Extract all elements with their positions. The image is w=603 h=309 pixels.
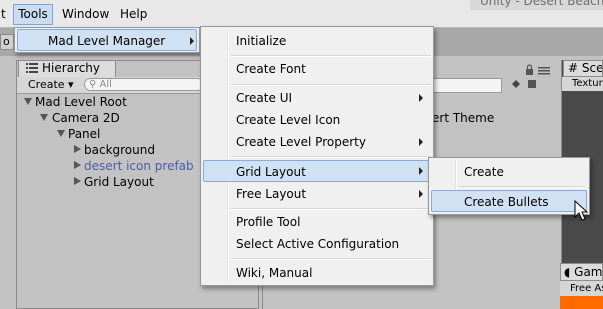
menu-item-mad-level-manager[interactable]: Mad Level Manager <box>17 29 197 51</box>
menu-separator <box>231 55 431 57</box>
list-icon <box>26 63 38 73</box>
hierarchy-tab-label: Hierarchy <box>42 61 101 75</box>
tools-menu: Mad Level Manager <box>14 27 200 53</box>
tree-item-camera-2d[interactable]: Camera 2D <box>52 110 120 126</box>
hierarchy-search-input[interactable]: ⚲ All <box>84 78 204 91</box>
menu-help[interactable]: Help <box>120 4 147 24</box>
create-dropdown-button[interactable]: Create ▾ <box>28 78 76 92</box>
tree-item-mad-level-root[interactable]: Mad Level Root <box>35 94 127 110</box>
collapse-arrow-icon[interactable] <box>74 145 81 153</box>
mad-level-manager-menu: Initialize Create Font Create UI Create … <box>200 26 434 286</box>
submenu-arrow-icon <box>419 167 423 175</box>
game-aspect-dropdown[interactable]: Free Aspect <box>560 281 603 296</box>
menu-item-initialize[interactable]: Initialize <box>203 30 431 52</box>
tab-game[interactable]: ◖ Game <box>560 263 603 281</box>
menu-tools[interactable]: Tools <box>13 4 53 25</box>
menu-item-select-active-configuration[interactable]: Select Active Configuration <box>203 233 431 255</box>
search-icon: ⚲ <box>89 79 97 90</box>
menu-item-wiki-manual[interactable]: Wiki, Manual <box>203 262 431 284</box>
scene-tab-label: Scene <box>581 61 603 75</box>
menu-item-create-level-property[interactable]: Create Level Property <box>203 131 431 153</box>
menu-separator <box>231 208 431 210</box>
expand-arrow-icon[interactable] <box>57 130 65 137</box>
menu-item-create-ui[interactable]: Create UI <box>203 87 431 109</box>
mouse-cursor-icon <box>574 200 589 221</box>
project-search-input[interactable] <box>430 78 502 93</box>
collapse-arrow-icon[interactable] <box>74 161 81 169</box>
pacman-icon: ◖ <box>564 265 571 279</box>
game-view <box>560 296 603 309</box>
menu-item-label: Mad Level Manager <box>48 34 166 48</box>
filter-icons[interactable] <box>510 78 550 91</box>
menu-item-label: Grid Layout <box>236 165 306 179</box>
submenu-arrow-icon <box>419 190 423 198</box>
menu-item-label: Select Active Configuration <box>236 237 400 251</box>
menu-item-label: Create Level Icon <box>236 113 341 127</box>
menu-separator <box>231 258 431 260</box>
menu-item-grid-layout[interactable]: Grid Layout <box>203 160 431 182</box>
menu-separator <box>231 84 431 86</box>
game-tab-label: Game <box>574 265 603 279</box>
tree-item-grid-layout[interactable]: Grid Layout <box>84 174 154 190</box>
submenu-arrow-icon <box>419 94 423 102</box>
menu-item-label: Create UI <box>236 91 293 105</box>
menu-item-label: Create Level Property <box>236 135 366 149</box>
submenu-arrow-icon <box>419 138 423 146</box>
lock-icon[interactable] <box>524 64 554 76</box>
expand-arrow-icon[interactable] <box>24 98 32 105</box>
toolbar-button[interactable]: o <box>0 34 14 50</box>
menu-file-partial[interactable]: t <box>1 4 6 24</box>
scene-render-mode[interactable]: Textured <box>562 77 603 91</box>
hash-icon: # <box>568 61 579 75</box>
grid-layout-submenu: Create Create Bullets <box>428 157 590 215</box>
menu-item-label: Create Font <box>236 62 306 76</box>
menu-item-label: Create <box>464 165 504 179</box>
inspector-theme-text: ert Theme <box>432 111 495 125</box>
menu-item-create-bullets[interactable]: Create Bullets <box>431 190 587 212</box>
submenu-arrow-icon <box>190 37 194 45</box>
tab-scene[interactable]: # Scene <box>563 60 603 77</box>
collapse-arrow-icon[interactable] <box>74 177 81 185</box>
menu-item-label: Free Layout <box>236 187 307 201</box>
menu-window[interactable]: Window <box>62 4 109 24</box>
menu-item-free-layout[interactable]: Free Layout <box>203 183 431 205</box>
menu-item-label: Profile Tool <box>236 215 301 229</box>
menu-item-label: Create Bullets <box>464 195 549 209</box>
menu-item-label: Initialize <box>236 34 287 48</box>
expand-arrow-icon[interactable] <box>40 114 48 121</box>
window-title: Unity - Desert Beach <box>480 0 603 8</box>
menu-item-create[interactable]: Create <box>431 161 587 183</box>
menu-separator <box>231 156 431 158</box>
tree-item-background[interactable]: background <box>84 142 155 158</box>
menu-item-profile-tool[interactable]: Profile Tool <box>203 211 431 233</box>
menu-separator <box>459 186 585 188</box>
menu-item-label: Wiki, Manual <box>236 266 313 280</box>
menu-item-create-level-icon[interactable]: Create Level Icon <box>203 109 431 131</box>
search-placeholder: All <box>99 79 112 90</box>
tree-item-panel[interactable]: Panel <box>68 126 100 142</box>
tree-item-desert-icon-prefab[interactable]: desert icon prefab <box>84 158 194 174</box>
menu-item-create-font[interactable]: Create Font <box>203 58 431 80</box>
